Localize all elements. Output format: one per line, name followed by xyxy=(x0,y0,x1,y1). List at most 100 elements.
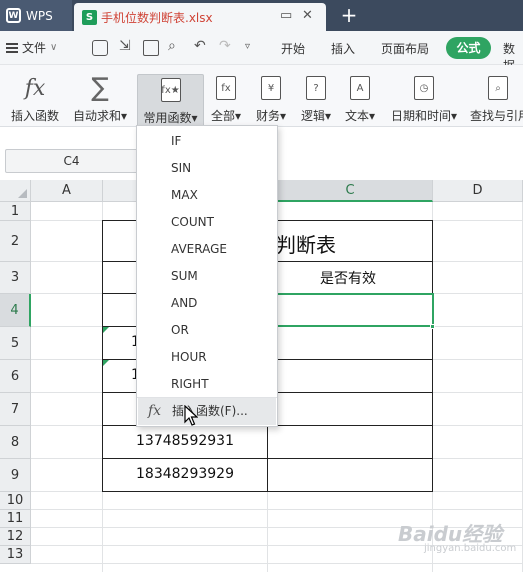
column-header-a[interactable]: A xyxy=(31,180,103,202)
undo-icon[interactable]: ↶ xyxy=(194,38,206,54)
autosum-button[interactable]: ∑ 自动求和▾ xyxy=(70,65,130,127)
error-indicator-icon[interactable] xyxy=(103,360,109,366)
save-icon[interactable] xyxy=(92,40,108,56)
wps-home-tab[interactable]: W WPS xyxy=(0,0,72,31)
common-functions-label: 常用函数▾ xyxy=(143,111,198,125)
fill-handle[interactable] xyxy=(430,324,435,329)
all-functions-label: 全部▾ xyxy=(210,109,242,123)
row-header[interactable]: 7 xyxy=(0,393,31,426)
row-header[interactable]: 13 xyxy=(0,546,31,564)
tab-page-layout[interactable]: 页面布局 xyxy=(381,40,429,57)
row-header[interactable]: 2 xyxy=(0,221,31,262)
column-header-c[interactable]: C xyxy=(268,180,433,202)
name-box[interactable]: C4 xyxy=(5,149,138,173)
text-functions-label: 文本▾ xyxy=(344,109,376,123)
common-functions-dropdown: IF SIN MAX COUNT AVERAGE SUM AND OR HOUR… xyxy=(136,125,278,427)
clock-book-icon: ◷ xyxy=(414,76,434,100)
menu-item-if[interactable]: IF xyxy=(137,128,277,155)
file-menu[interactable]: 文件 ∨ xyxy=(6,39,57,56)
spreadsheet-icon: S xyxy=(82,9,97,25)
export-icon[interactable]: ⇲ xyxy=(119,38,131,54)
financial-button[interactable]: ¥ 财务▾ xyxy=(253,65,289,127)
question-book-icon: ? xyxy=(306,76,326,100)
error-indicator-icon[interactable] xyxy=(103,327,109,333)
fx-icon: fx xyxy=(24,75,46,101)
insert-function-menu-item[interactable]: fx 插入函数(F)... xyxy=(138,398,276,425)
menu-item-or[interactable]: OR xyxy=(137,317,277,344)
mouse-pointer-icon xyxy=(184,405,198,426)
print-icon[interactable] xyxy=(143,40,159,56)
menu-item-hour[interactable]: HOUR xyxy=(137,344,277,371)
select-all-corner[interactable] xyxy=(0,180,31,202)
row-header[interactable]: 8 xyxy=(0,426,31,459)
file-tab[interactable]: S 手机位数判断表.xlsx ▭ ✕ xyxy=(74,3,326,31)
table-cell[interactable] xyxy=(267,458,433,492)
column-header-d[interactable]: D xyxy=(433,180,523,202)
gridline xyxy=(31,563,523,564)
wps-tab-label: WPS xyxy=(26,8,53,23)
tab-home[interactable]: 开始 xyxy=(281,40,305,57)
autosum-label: 自动求和▾ xyxy=(72,109,128,123)
chevron-down-icon: ∨ xyxy=(50,42,58,53)
row-header[interactable]: 10 xyxy=(0,492,31,510)
menu-item-average[interactable]: AVERAGE xyxy=(137,236,277,263)
menu-item-sum[interactable]: SUM xyxy=(137,263,277,290)
baidu-watermark-url: jingyan.baidu.com xyxy=(424,543,517,554)
cell-b8-text: 13748592931 xyxy=(136,433,234,449)
file-tab-label: 手机位数判断表.xlsx xyxy=(101,10,213,25)
menu-item-sin[interactable]: SIN xyxy=(137,155,277,182)
restore-icon[interactable]: ▭ xyxy=(280,8,292,23)
table-cell[interactable] xyxy=(267,326,433,360)
text-book-icon: A xyxy=(350,76,370,100)
table-cell[interactable] xyxy=(267,359,433,393)
header-valid-text: 是否有效 xyxy=(320,271,376,287)
menu-bar: 文件 ∨ ⇲ ⌕ ↶ ↷ ▿ 开始 插入 页面布局 公式 数据 xyxy=(0,31,523,73)
date-time-label: 日期和时间▾ xyxy=(390,109,458,123)
redo-icon[interactable]: ↷ xyxy=(219,38,231,54)
row-header[interactable]: 5 xyxy=(0,327,31,360)
row-header[interactable]: 6 xyxy=(0,360,31,393)
menu-item-and[interactable]: AND xyxy=(137,290,277,317)
menu-item-max[interactable]: MAX xyxy=(137,182,277,209)
row-header[interactable]: 12 xyxy=(0,528,31,546)
fx-book-icon: fx xyxy=(216,76,236,100)
all-functions-button[interactable]: fx 全部▾ xyxy=(208,65,244,127)
customize-chevron-icon[interactable]: ▿ xyxy=(245,41,250,52)
yen-book-icon: ¥ xyxy=(261,76,281,100)
wps-logo-icon: W xyxy=(6,8,21,23)
lookup-reference-label: 查找与引用 xyxy=(470,109,523,123)
menu-item-right[interactable]: RIGHT xyxy=(137,371,277,398)
search-book-icon: ⌕ xyxy=(488,76,508,100)
close-tab-icon[interactable]: ✕ xyxy=(302,8,313,23)
print-preview-icon[interactable]: ⌕ xyxy=(168,38,176,54)
logical-button[interactable]: ? 逻辑▾ xyxy=(298,65,334,127)
date-time-button[interactable]: ◷ 日期和时间▾ xyxy=(388,65,460,127)
common-functions-button[interactable]: fx★ 常用函数▾ xyxy=(137,74,204,127)
lookup-reference-button[interactable]: ⌕ 查找与引用 xyxy=(466,65,523,127)
file-menu-label: 文件 xyxy=(22,41,47,55)
row-header[interactable]: 11 xyxy=(0,510,31,528)
row-header[interactable]: 9 xyxy=(0,459,31,492)
tab-insert[interactable]: 插入 xyxy=(331,40,355,57)
formula-ribbon: fx 插入函数 ∑ 自动求和▾ fx★ 常用函数▾ fx 全部▾ ¥ 财务▾ ?… xyxy=(0,65,523,127)
row-header[interactable]: 1 xyxy=(0,202,31,221)
fx-icon: fx xyxy=(148,403,162,419)
text-functions-button[interactable]: A 文本▾ xyxy=(342,65,378,127)
row-header[interactable]: 4 xyxy=(0,294,31,327)
active-cell-c4[interactable] xyxy=(267,293,434,327)
new-tab-button[interactable]: + xyxy=(338,2,360,28)
sheet-title-text: 判断表 xyxy=(276,233,336,257)
insert-function-label: 插入函数 xyxy=(10,109,59,123)
row-header[interactable]: 3 xyxy=(0,262,31,294)
menu-item-count[interactable]: COUNT xyxy=(137,209,277,236)
gridline xyxy=(31,509,523,510)
insert-function-button[interactable]: fx 插入函数 xyxy=(6,65,64,127)
sigma-icon: ∑ xyxy=(91,73,109,103)
table-cell[interactable] xyxy=(267,425,433,459)
title-bar: W WPS S 手机位数判断表.xlsx ▭ ✕ + xyxy=(0,0,523,31)
table-cell[interactable] xyxy=(267,392,433,426)
tab-formulas[interactable]: 公式 xyxy=(446,37,491,59)
hamburger-icon xyxy=(6,42,18,53)
star-fx-icon: fx★ xyxy=(160,78,181,102)
financial-label: 财务▾ xyxy=(255,109,287,123)
